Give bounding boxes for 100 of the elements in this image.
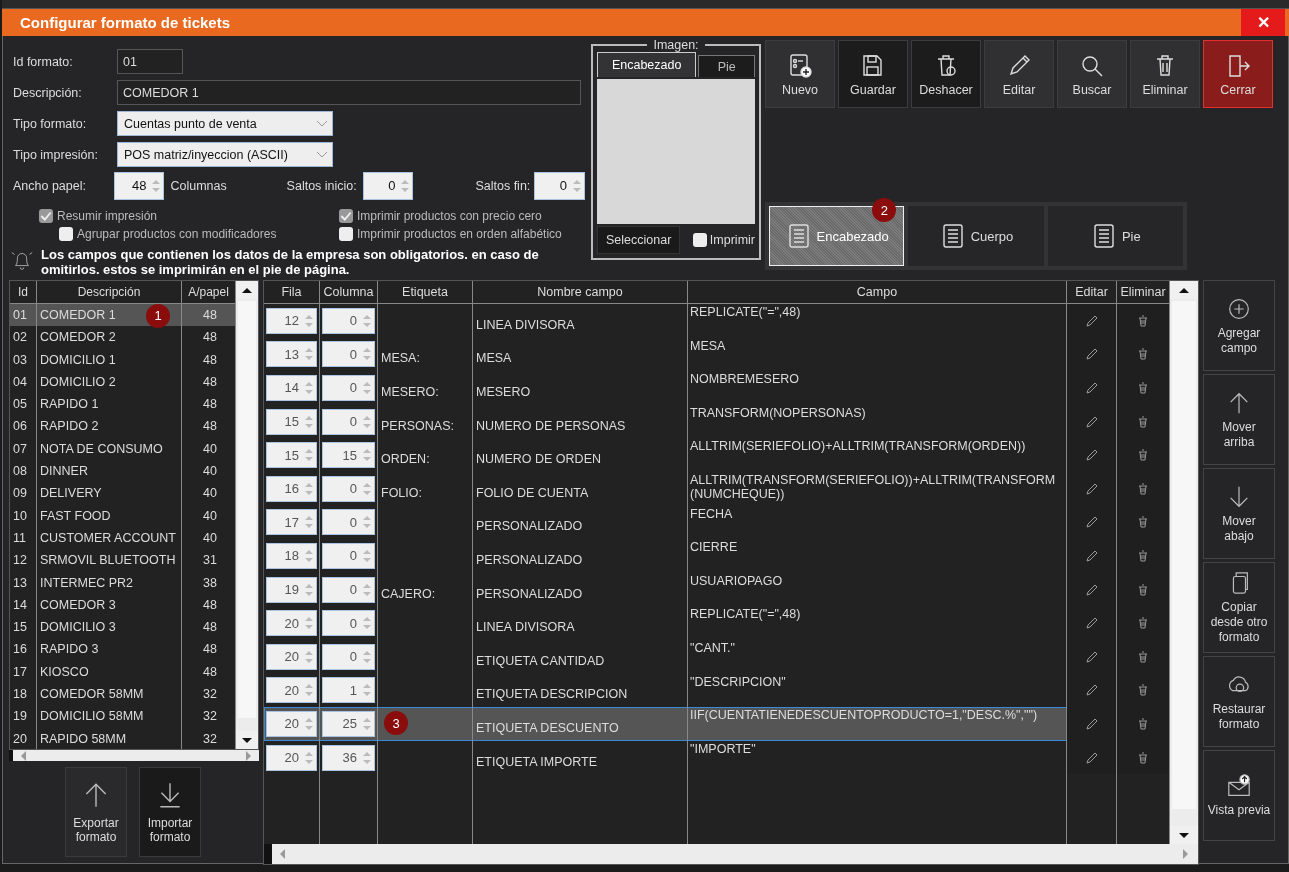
pencil-icon[interactable] — [1084, 481, 1099, 496]
column-spinner[interactable]: 0 — [322, 576, 375, 603]
scroll-down-icon[interactable] — [242, 737, 252, 743]
toolbar-button[interactable]: Nuevo — [765, 40, 835, 108]
field-row[interactable]: 13 0 MESA: MESA MESA — [264, 337, 1170, 372]
row-spinner[interactable]: 17 — [266, 509, 317, 536]
scroll-up-icon[interactable] — [1179, 287, 1189, 293]
row-spinner[interactable]: 14 — [266, 375, 317, 401]
pencil-icon[interactable] — [1084, 414, 1099, 429]
row-spinner[interactable]: 13 — [266, 341, 317, 368]
pencil-icon[interactable] — [1084, 582, 1099, 597]
trash-icon[interactable] — [1136, 448, 1150, 463]
row-spinner[interactable]: 15 — [266, 408, 317, 435]
column-spinner[interactable]: 0 — [322, 475, 375, 502]
column-spinner[interactable]: 1 — [322, 677, 375, 704]
column-spinner[interactable]: 0 — [322, 341, 375, 368]
column-spinner[interactable]: 0 — [322, 542, 375, 569]
toolbar-button[interactable]: Deshacer — [911, 40, 981, 108]
side-button[interactable]: Exportar formato — [65, 767, 127, 857]
row-spinner[interactable]: 20 — [266, 677, 317, 704]
image-tab[interactable]: Encabezado — [597, 52, 697, 77]
pencil-icon[interactable] — [1084, 515, 1099, 530]
section-tab[interactable]: Pie — [1047, 206, 1183, 266]
field-row[interactable]: 19 0 CAJERO: PERSONALIZADO USUARIOPAGO — [264, 572, 1170, 607]
side-button[interactable]: Mover arriba — [1203, 374, 1275, 465]
description-field[interactable]: COMEDOR 1 — [117, 80, 581, 105]
trash-icon[interactable] — [1136, 548, 1150, 563]
print-checkbox[interactable]: Imprimir — [692, 233, 755, 247]
field-row[interactable]: 16 0 FOLIO: FOLIO DE CUENTA ALLTRIM(TRANSFORM(SERIEFOLIO))+ALLTRIM(TRANSFORM(NUMCHEQUE)) — [264, 471, 1170, 506]
pencil-icon[interactable] — [1084, 683, 1099, 698]
pencil-icon[interactable] — [1084, 616, 1099, 631]
trash-icon[interactable] — [1136, 616, 1150, 631]
toolbar-button[interactable]: Editar — [984, 40, 1054, 108]
trash-icon[interactable] — [1136, 582, 1150, 597]
row-spinner[interactable]: 20 — [266, 643, 317, 670]
trash-icon[interactable] — [1136, 683, 1150, 698]
side-button[interactable]: Agregar campo — [1203, 280, 1275, 371]
option-checkbox[interactable]: Agrupar productos con modificadores — [39, 227, 277, 241]
row-spinner[interactable]: 16 — [266, 475, 317, 502]
column-spinner[interactable]: 0 — [322, 375, 375, 401]
field-row[interactable]: 20 0 ETIQUETA CANTIDAD "CANT." — [264, 639, 1170, 674]
end-feed-spinner[interactable]: 0 — [534, 171, 585, 200]
section-tab[interactable]: Cuerpo — [908, 206, 1044, 266]
column-spinner[interactable]: 25 — [322, 710, 375, 737]
pencil-icon[interactable] — [1084, 750, 1099, 765]
paper-width-spinner[interactable]: 48 — [113, 171, 165, 200]
toolbar-button[interactable]: Cerrar — [1203, 40, 1273, 108]
scrollbar[interactable] — [9, 750, 259, 761]
pencil-icon[interactable] — [1084, 548, 1099, 563]
select-button[interactable]: Seleccionar — [597, 226, 681, 254]
column-spinner[interactable]: 36 — [322, 744, 375, 771]
pencil-icon[interactable] — [1084, 649, 1099, 664]
format-type-dropdown[interactable]: Cuentas punto de venta — [117, 111, 333, 136]
option-checkbox[interactable]: Imprimir productos en orden alfabético — [339, 227, 562, 241]
field-row[interactable]: 12 0 LINEA DIVISORA REPLICATE("=",48) — [264, 304, 1170, 338]
row-spinner[interactable]: 20 — [266, 710, 317, 737]
trash-icon[interactable] — [1136, 313, 1150, 328]
image-tab[interactable]: Pie — [698, 55, 755, 77]
field-row[interactable]: 20 36 ETIQUETA IMPORTE "IMPORTE" — [264, 740, 1170, 775]
option-checkbox[interactable]: Imprimir productos con precio cero — [339, 209, 542, 223]
pencil-icon[interactable] — [1084, 347, 1099, 362]
column-spinner[interactable]: 0 — [322, 307, 375, 334]
start-feed-spinner[interactable]: 0 — [362, 171, 414, 200]
field-row[interactable]: 14 0 MESERO: MESERO NOMBREMESERO — [264, 371, 1170, 405]
scrollbar[interactable] — [236, 281, 258, 749]
column-spinner[interactable]: 0 — [322, 643, 375, 670]
scroll-up-icon[interactable] — [242, 287, 252, 293]
id-field[interactable]: 01 — [117, 49, 183, 74]
toolbar-button[interactable]: Guardar — [838, 40, 908, 108]
column-spinner[interactable]: 0 — [322, 509, 375, 536]
scroll-left-icon[interactable] — [21, 750, 26, 761]
pencil-icon[interactable] — [1084, 448, 1099, 463]
field-row[interactable]: 15 0 PERSONAS: NUMERO DE PERSONAS TRANSFORM(NOPERSONAS) — [264, 404, 1170, 439]
trash-icon[interactable] — [1136, 481, 1150, 496]
scrollbar[interactable] — [1170, 281, 1198, 844]
row-spinner[interactable]: 19 — [266, 576, 317, 603]
field-row[interactable]: 17 0 PERSONALIZADO FECHA — [264, 505, 1170, 540]
scroll-right-icon[interactable] — [246, 750, 251, 761]
column-spinner[interactable]: 0 — [322, 610, 375, 637]
format-row[interactable]: 01 COMEDOR 1 1 48 — [10, 304, 236, 327]
side-button[interactable]: Importar formato — [139, 767, 201, 857]
close-button[interactable]: ✕ — [1241, 9, 1285, 36]
side-button[interactable]: Mover abajo — [1203, 468, 1275, 559]
column-spinner[interactable]: 0 — [322, 408, 375, 435]
column-spinner[interactable]: 15 — [322, 442, 375, 469]
trash-icon[interactable] — [1136, 515, 1150, 530]
print-type-dropdown[interactable]: POS matriz/inyeccion (ASCII) — [117, 142, 333, 167]
row-spinner[interactable]: 12 — [266, 307, 317, 334]
row-spinner[interactable]: 20 — [266, 610, 317, 637]
trash-icon[interactable] — [1136, 750, 1150, 765]
row-spinner[interactable]: 18 — [266, 542, 317, 569]
pencil-icon[interactable] — [1084, 313, 1099, 328]
trash-icon[interactable] — [1136, 414, 1150, 429]
toolbar-button[interactable]: Eliminar — [1130, 40, 1200, 108]
toolbar-button[interactable]: Buscar — [1057, 40, 1127, 108]
side-button[interactable]: Restaurar formato — [1203, 656, 1275, 747]
option-checkbox[interactable]: Resumir impresión — [39, 209, 158, 223]
trash-icon[interactable] — [1136, 381, 1150, 395]
side-button[interactable]: Vista previa — [1203, 750, 1275, 841]
row-spinner[interactable]: 15 — [266, 442, 317, 469]
